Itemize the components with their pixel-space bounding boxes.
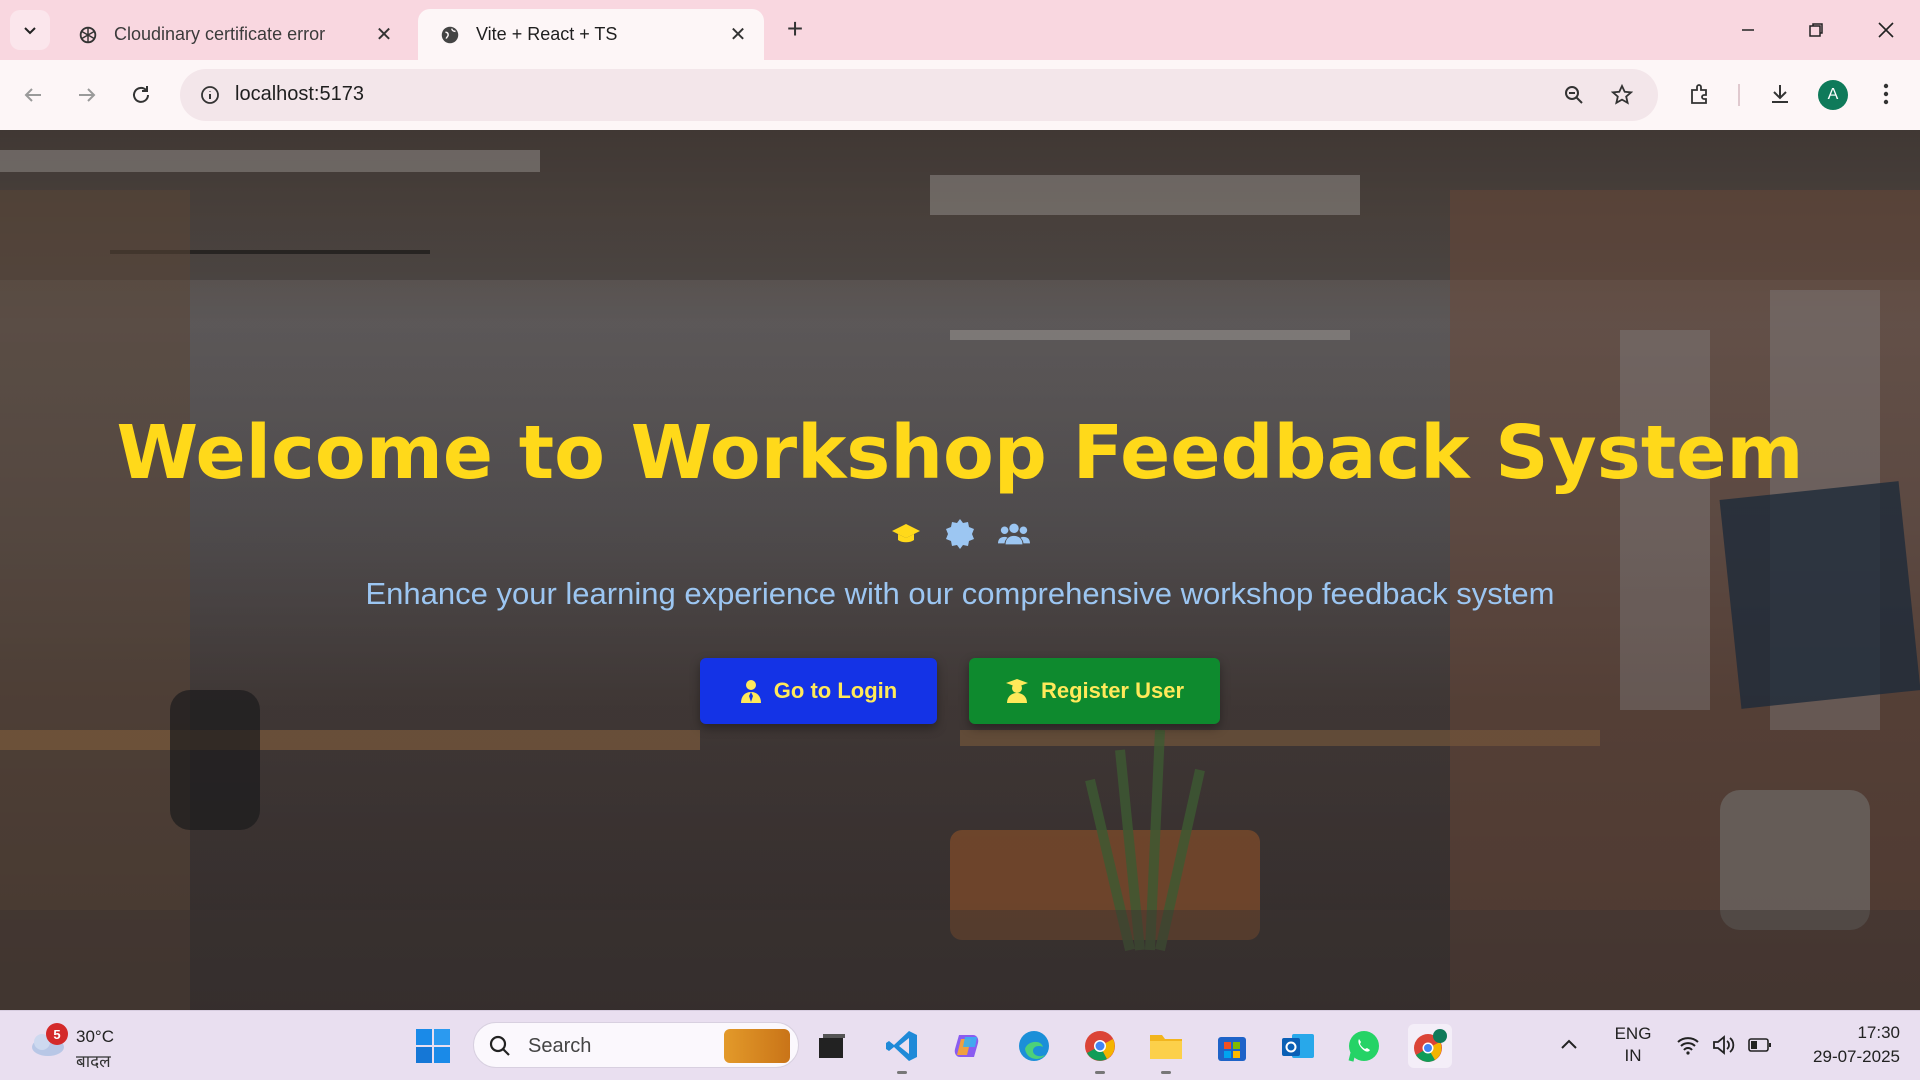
profile-avatar[interactable]: A: [1818, 80, 1848, 110]
users-icon: [998, 518, 1030, 550]
bookmark-star-icon[interactable]: [1606, 79, 1638, 111]
site-info-icon[interactable]: [192, 77, 228, 113]
task-view-icon: [819, 1034, 845, 1058]
tab-title: Vite + React + TS: [476, 24, 618, 44]
volume-icon[interactable]: [1710, 1031, 1738, 1059]
weather-temp: 30°C: [76, 1027, 114, 1046]
chrome-icon: [1085, 1031, 1115, 1061]
arrow-left-icon: [24, 88, 41, 102]
office-background-image: [0, 130, 1920, 1010]
taskbar-app-store[interactable]: [1210, 1024, 1254, 1068]
taskbar-app-file-explorer[interactable]: [1144, 1024, 1188, 1074]
certificate-icon: [944, 518, 976, 550]
arrow-right-icon: [79, 88, 96, 102]
zoom-icon[interactable]: [1558, 79, 1590, 111]
edge-icon: [1019, 1031, 1049, 1061]
login-button-label: Go to Login: [773, 678, 898, 703]
taskbar-app-copilot[interactable]: [946, 1024, 990, 1068]
reload-icon: [133, 86, 149, 103]
back-button[interactable]: [12, 74, 54, 116]
graduation-cap-icon: [890, 518, 922, 550]
language-indicator[interactable]: ENG IN: [1610, 1023, 1656, 1067]
page-viewport: Welcome to Workshop Feedback System Enha…: [0, 130, 1920, 1010]
minimize-icon: [1742, 29, 1754, 31]
close-icon[interactable]: ✕: [372, 23, 396, 47]
url-text[interactable]: localhost:5173: [235, 83, 364, 106]
more-menu-icon[interactable]: [1868, 76, 1904, 112]
close-icon[interactable]: ✕: [726, 23, 750, 47]
copilot-icon: [954, 1035, 979, 1057]
weather-condition: बादल: [76, 1052, 111, 1071]
taskbar-app-edge[interactable]: [1012, 1024, 1056, 1068]
globe-icon: [438, 23, 462, 47]
language-code: ENG: [1614, 1024, 1652, 1043]
store-icon: [1218, 1037, 1246, 1061]
tab-search-button[interactable]: [10, 10, 50, 50]
restore-button[interactable]: [1782, 0, 1850, 60]
wifi-icon[interactable]: [1674, 1031, 1702, 1059]
taskbar-app-outlook[interactable]: [1276, 1024, 1320, 1068]
register-user-button[interactable]: Register User: [969, 658, 1220, 724]
browser-toolbar: localhost:5173 A: [0, 60, 1920, 130]
hero-title: Welcome to Workshop Feedback System: [116, 410, 1804, 496]
start-button[interactable]: [415, 1028, 451, 1064]
toolbar-divider: [1738, 84, 1740, 106]
address-bar[interactable]: localhost:5173: [180, 69, 1658, 121]
go-to-login-button[interactable]: Go to Login: [700, 658, 937, 724]
tab-title: Cloudinary certificate error: [114, 24, 326, 44]
tab-vite[interactable]: Vite + React + TS ✕: [418, 9, 764, 60]
hero-subtitle: Enhance your learning experience with ou…: [365, 576, 1555, 611]
close-icon: [1878, 22, 1894, 38]
tab-strip: Cloudinary certificate error ✕ Vite + Re…: [0, 0, 1920, 60]
minimize-button[interactable]: [1714, 0, 1782, 60]
outlook-icon: [1282, 1034, 1314, 1058]
whatsapp-icon: [1348, 1031, 1379, 1062]
clock[interactable]: 17:30 29-07-2025: [1790, 1021, 1900, 1069]
download-icon[interactable]: [1762, 76, 1798, 112]
tab-cloudinary[interactable]: Cloudinary certificate error ✕: [56, 9, 410, 60]
taskbar-app-task-view[interactable]: [810, 1024, 854, 1068]
taskbar-app-chrome[interactable]: [1078, 1024, 1122, 1074]
search-icon: [489, 1035, 510, 1056]
openai-icon: [76, 23, 100, 47]
chevron-down-icon: [24, 27, 36, 35]
clock-date: 29-07-2025: [1813, 1047, 1900, 1066]
tray-chevron-up-icon[interactable]: [1560, 1033, 1578, 1056]
taskbar-app-whatsapp[interactable]: [1342, 1024, 1386, 1068]
taskbar-app-chrome-profile[interactable]: [1408, 1024, 1452, 1068]
battery-icon[interactable]: [1746, 1031, 1774, 1059]
weather-badge: 5: [46, 1023, 68, 1045]
vscode-icon: [886, 1031, 917, 1061]
register-button-label: Register User: [1040, 678, 1185, 703]
search-highlight-image: [724, 1029, 790, 1063]
reload-button[interactable]: [120, 74, 162, 116]
chrome-profile-icon: [1414, 1029, 1447, 1062]
close-window-button[interactable]: [1852, 0, 1920, 60]
search-label: Search: [528, 1035, 592, 1057]
user-tie-icon: [740, 679, 762, 703]
clock-time: 17:30: [1857, 1023, 1900, 1042]
extensions-icon[interactable]: [1682, 76, 1718, 112]
new-tab-button[interactable]: +: [778, 12, 812, 46]
forward-button[interactable]: [66, 74, 108, 116]
windows-logo-icon: [416, 1029, 450, 1063]
restore-icon: [1809, 23, 1823, 37]
windows-taskbar: 5 30°C बादल Search ENG IN 17:30 29-07-20…: [0, 1010, 1920, 1080]
language-region: IN: [1624, 1046, 1642, 1065]
user-graduate-icon: [1005, 679, 1029, 703]
hero-icon-row: [0, 518, 1920, 550]
weather-widget[interactable]: 5 30°C बादल: [24, 1021, 144, 1071]
taskbar-app-vscode[interactable]: [880, 1024, 924, 1074]
taskbar-search[interactable]: Search: [473, 1022, 799, 1068]
folder-icon: [1150, 1035, 1182, 1059]
